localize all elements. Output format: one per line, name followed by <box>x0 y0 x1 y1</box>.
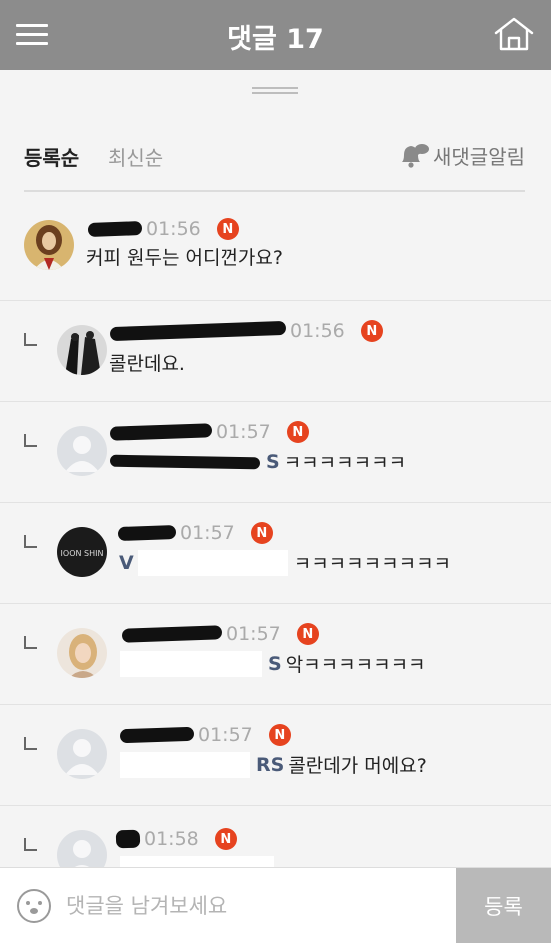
new-badge: N <box>216 218 239 240</box>
divider <box>24 190 525 192</box>
timestamp: 01:56 <box>146 218 201 240</box>
comment-meta: 01:56 N <box>87 215 239 243</box>
comment-meta: 01:57 N <box>119 721 291 749</box>
comment-text: S 악ㅋㅋㅋㅋㅋㅋㅋ <box>120 650 426 677</box>
comment-meta: 01:58 N <box>115 825 237 853</box>
default-avatar-icon[interactable] <box>57 830 107 867</box>
reply-indicator <box>24 636 37 649</box>
home-icon[interactable] <box>493 16 535 52</box>
default-avatar-icon[interactable] <box>57 729 107 779</box>
reply-item: 01:58 N <box>0 805 551 867</box>
timestamp: 01:56 <box>290 320 345 342</box>
timestamp: 01:57 <box>216 421 271 443</box>
comment-meta: 01:57 N <box>117 519 273 547</box>
author-name-redacted[interactable] <box>109 320 287 342</box>
mention-suffix[interactable]: RS <box>256 754 284 776</box>
comment-text <box>120 856 280 867</box>
author-name-redacted[interactable] <box>119 726 195 744</box>
new-badge: N <box>286 421 309 443</box>
mention-redacted[interactable] <box>120 650 262 677</box>
comment-meta: 01:57 N <box>121 620 319 648</box>
top-bar: 댓글 17 <box>0 0 551 70</box>
reply-indicator <box>24 535 37 548</box>
sort-by-registration-tab[interactable]: 등록순 <box>24 142 79 171</box>
author-name-redacted[interactable] <box>115 829 141 849</box>
emoji-face-icon[interactable] <box>16 888 52 924</box>
bell-chat-icon <box>402 144 429 168</box>
comment-input-bar: 등록 <box>0 867 551 943</box>
new-comment-alert-label: 새댓글알림 <box>433 144 525 169</box>
comment-text: V ㅋㅋㅋㅋㅋㅋㅋㅋㅋ <box>119 549 452 576</box>
comment-item: 01:56 N 커피 원두는 어디껀가요? <box>0 200 551 300</box>
comment-meta: 01:57 N <box>109 418 309 446</box>
avatar[interactable] <box>57 325 107 375</box>
reply-indicator <box>24 434 37 447</box>
timestamp: 01:57 <box>180 522 235 544</box>
author-name-redacted[interactable] <box>109 423 213 441</box>
new-badge: N <box>214 828 237 850</box>
default-avatar-icon[interactable] <box>57 426 107 476</box>
comment-text: RS 콜란데가 머에요? <box>120 751 427 778</box>
reply-indicator <box>24 838 37 851</box>
new-badge: N <box>360 320 383 342</box>
timestamp: 01:57 <box>198 724 253 746</box>
new-badge: N <box>250 522 273 544</box>
new-badge: N <box>296 623 319 645</box>
mention-redacted[interactable] <box>120 751 250 778</box>
sort-bar: 등록순 최신순 새댓글알림 <box>24 138 525 174</box>
submit-comment-button[interactable]: 등록 <box>456 868 551 943</box>
reply-item: 01:56 N 콜란데요. <box>0 300 551 401</box>
comment-text: S ㅋㅋㅋㅋㅋㅋㅋ <box>109 448 406 475</box>
comment-sheet: 등록순 최신순 새댓글알림 01:56 N 커피 원두는 어디껀가요? 01:5… <box>0 70 551 867</box>
avatar[interactable] <box>24 220 74 270</box>
comment-input[interactable] <box>66 886 446 926</box>
comment-text: 콜란데요. <box>109 353 185 375</box>
drag-handle[interactable] <box>252 87 298 95</box>
reply-indicator <box>24 333 37 346</box>
comment-meta: 01:56 N <box>109 317 383 345</box>
mention-suffix[interactable]: V <box>119 552 134 574</box>
reply-item: 01:57 N RS 콜란데가 머에요? <box>0 704 551 805</box>
avatar[interactable] <box>57 628 107 678</box>
timestamp: 01:58 <box>144 828 199 850</box>
author-name-redacted[interactable] <box>117 524 177 542</box>
avatar[interactable]: IOON SHIN <box>57 527 107 577</box>
avatar-logo-text: IOON SHIN <box>61 549 104 558</box>
author-name-redacted[interactable] <box>87 221 143 237</box>
new-badge: N <box>268 724 291 746</box>
mention-redacted[interactable] <box>120 856 274 867</box>
author-name-redacted[interactable] <box>121 625 223 643</box>
reply-item: IOON SHIN 01:57 N V ㅋㅋㅋㅋㅋㅋㅋㅋㅋ <box>0 502 551 603</box>
new-comment-alert-toggle[interactable]: 새댓글알림 <box>399 140 525 170</box>
reply-indicator <box>24 737 37 750</box>
comment-text: 커피 원두는 어디껀가요? <box>86 247 283 269</box>
reply-item: 01:57 N S ㅋㅋㅋㅋㅋㅋㅋ <box>0 401 551 502</box>
reply-item: 01:57 N S 악ㅋㅋㅋㅋㅋㅋㅋ <box>0 603 551 704</box>
mention-redacted[interactable] <box>109 454 261 469</box>
mention-suffix[interactable]: S <box>268 653 282 675</box>
timestamp: 01:57 <box>226 623 281 645</box>
mention-redacted[interactable] <box>137 549 288 576</box>
page-title: 댓글 17 <box>227 24 324 55</box>
sort-by-latest-tab[interactable]: 최신순 <box>108 142 163 171</box>
mention-suffix[interactable]: S <box>266 451 280 473</box>
